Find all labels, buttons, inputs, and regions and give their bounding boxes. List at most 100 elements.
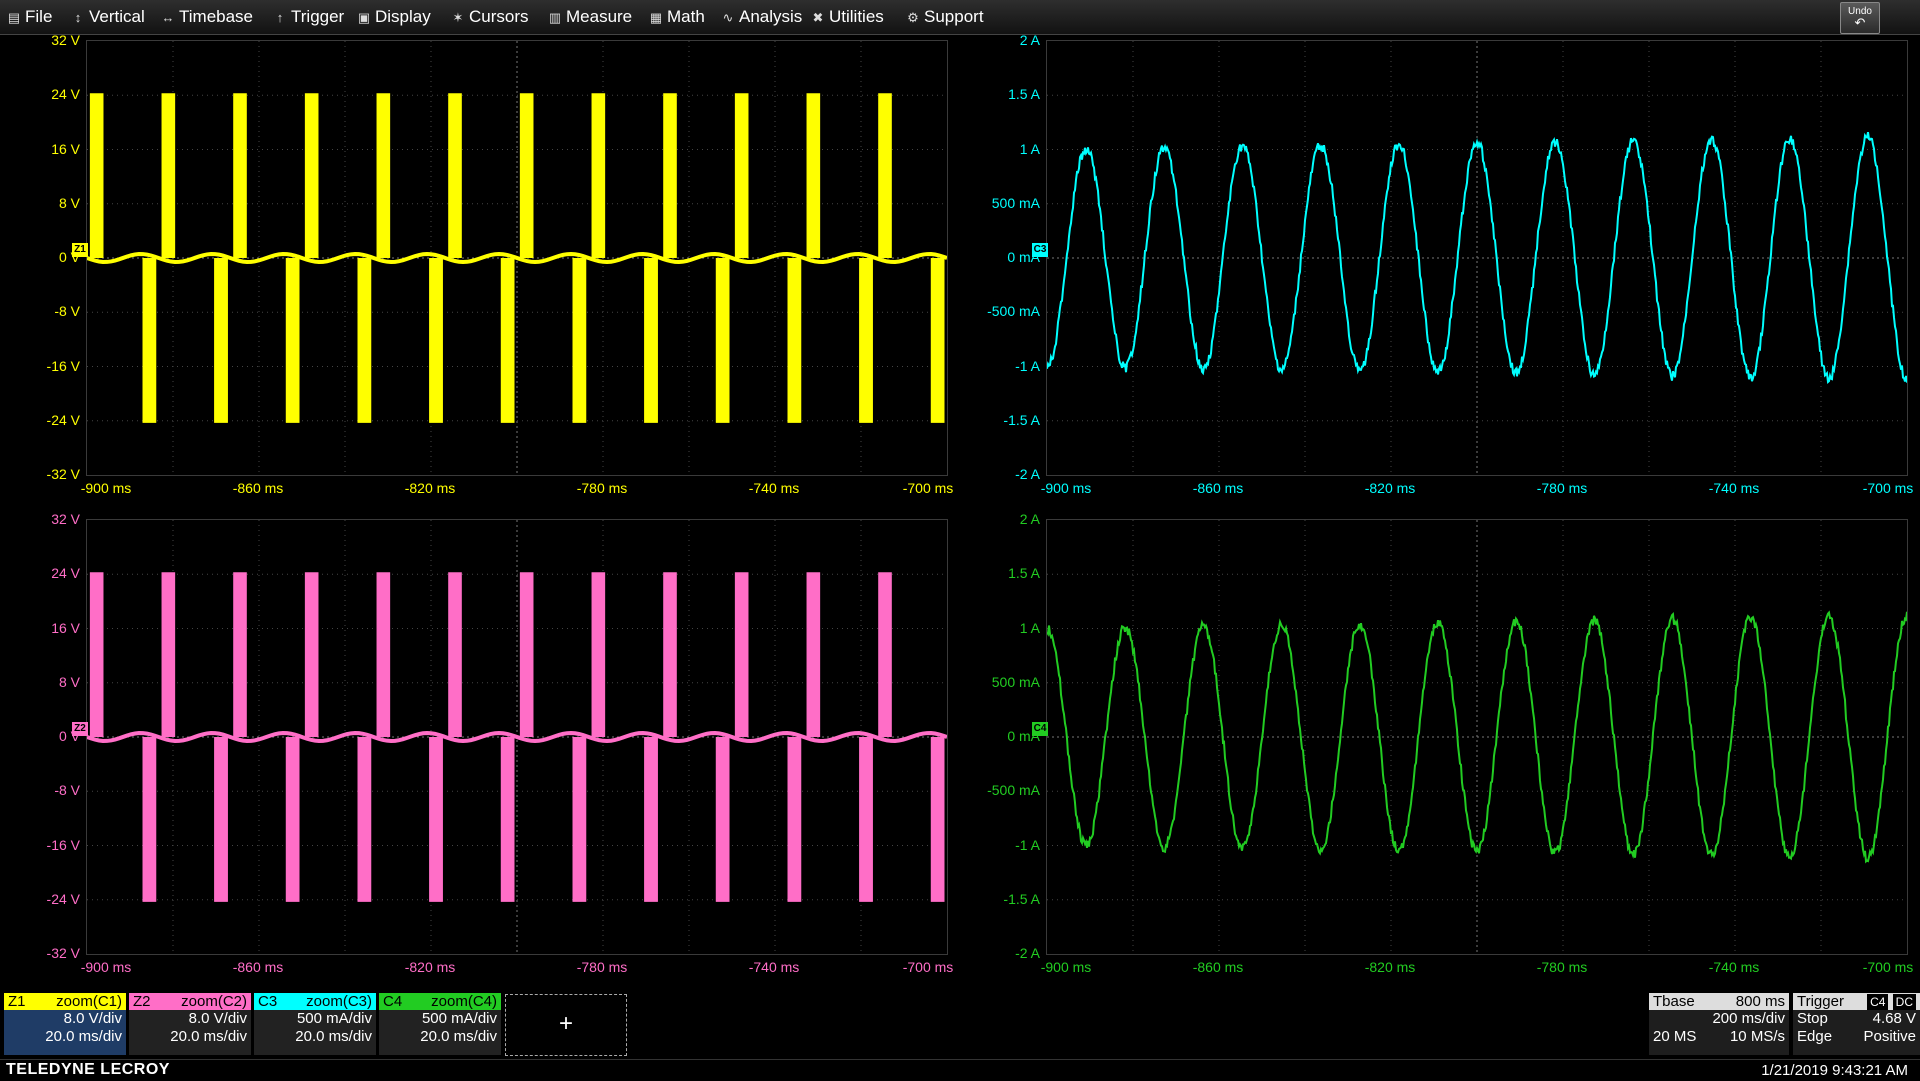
descriptor-tdiv: 20.0 ms/div — [295, 1028, 372, 1045]
pwm-pulse — [285, 258, 300, 423]
pwm-pulse — [878, 93, 892, 258]
descriptor-c4[interactable]: C4 zoom(C4) 500 mA/div 20.0 ms/div — [379, 993, 501, 1055]
pwm-pulse — [214, 258, 228, 423]
y-tick-label: -24 V — [46, 411, 80, 428]
y-tick-label: 24 V — [51, 86, 80, 103]
trigger-level: 4.68 V — [1872, 1010, 1916, 1027]
menu-label: Timebase — [179, 7, 254, 26]
pwm-pulse — [376, 572, 391, 737]
pwm-pulse — [357, 737, 372, 902]
brand-logo: TELEDYNE LECROY — [6, 1061, 170, 1078]
y-tick-label: -16 V — [46, 357, 80, 374]
timebase-value: 800 ms — [1735, 993, 1785, 1010]
pwm-pulse — [89, 93, 104, 258]
menu-utilities[interactable]: ✖ Utilities — [810, 0, 884, 34]
channel-marker[interactable]: C3 — [1032, 243, 1048, 257]
pwm-pulse — [572, 737, 587, 902]
pwm-pulse — [285, 737, 300, 902]
waveform-c4 — [1047, 520, 1907, 954]
descriptor-c3[interactable]: C3 zoom(C3) 500 mA/div 20.0 ms/div — [254, 993, 376, 1055]
x-tick-label: -900 ms — [80, 480, 132, 496]
pwm-pulse — [519, 93, 534, 258]
y-tick-label: 1.5 A — [1008, 565, 1040, 582]
menu-file[interactable]: ▤ File — [6, 0, 53, 34]
x-tick-label: -900 ms — [1040, 959, 1092, 975]
vertical-icon: ↕ — [74, 10, 82, 25]
pwm-pulse — [233, 572, 247, 737]
y-tick-label: 8 V — [58, 194, 80, 211]
menu-support[interactable]: ⚙ Support — [905, 0, 983, 34]
y-tick-label: 0 V — [58, 728, 80, 744]
utilities-icon: ✖ — [812, 10, 824, 25]
channel-marker[interactable]: Z1 — [72, 243, 88, 257]
descriptor-vdiv: 500 mA/div — [421, 1010, 497, 1027]
x-tick-label: -780 ms — [576, 959, 628, 975]
timebase-samples: 20 MS — [1653, 1028, 1697, 1045]
grid-z1[interactable] — [86, 40, 948, 476]
menu-trigger[interactable]: ↑ Trigger — [272, 0, 344, 34]
waveform-z2 — [87, 520, 947, 954]
x-tick-label: -820 ms — [404, 480, 456, 496]
x-tick-label: -820 ms — [404, 959, 456, 975]
x-tick-label: -740 ms — [748, 959, 800, 975]
grid-z2[interactable] — [86, 519, 948, 955]
math-icon: ▦ — [649, 10, 663, 25]
y-tick-label: 0 mA — [1007, 728, 1040, 744]
menu-timebase[interactable]: ↔ Timebase — [160, 0, 254, 34]
menu-display[interactable]: ▣ Display — [356, 0, 431, 34]
analysis-icon: ∿ — [722, 10, 734, 25]
undo-button[interactable]: Undo ↶ — [1840, 2, 1880, 34]
descriptor-tag: C3 — [258, 993, 278, 1010]
pwm-pulse — [429, 258, 443, 423]
menu-analysis[interactable]: ∿ Analysis — [720, 0, 803, 34]
trigger-descriptor[interactable]: Trigger C4 DC Stop 4.68 V Edge Positive — [1793, 993, 1920, 1055]
pwm-pulse — [500, 737, 515, 902]
add-trace-button[interactable]: + — [505, 994, 627, 1056]
y-tick-label: -1.5 A — [1003, 411, 1040, 428]
descriptor-source: zoom(C4) — [431, 993, 497, 1010]
x-tick-label: -900 ms — [80, 959, 132, 975]
y-tick-label: 0 mA — [1007, 249, 1040, 265]
pwm-pulse — [519, 572, 534, 737]
pwm-pulse — [357, 258, 372, 423]
descriptor-tdiv: 20.0 ms/div — [170, 1028, 247, 1045]
y-tick-label: -2 A — [1015, 466, 1040, 482]
trigger-mode: Stop — [1797, 1010, 1828, 1027]
y-tick-label: 1 A — [1019, 619, 1040, 636]
y-tick-label: -32 V — [46, 466, 80, 482]
menu-cursors[interactable]: ✶ Cursors — [450, 0, 529, 34]
x-tick-label: -700 ms — [1862, 959, 1914, 975]
pwm-pulse — [644, 737, 658, 902]
pwm-pulse — [89, 572, 104, 737]
menu-vertical[interactable]: ↕ Vertical — [70, 0, 145, 34]
x-tick-label: -820 ms — [1364, 480, 1416, 496]
waveform-c3 — [1047, 41, 1907, 475]
pwm-pulse — [806, 572, 821, 737]
pwm-pulse — [930, 737, 945, 902]
descriptor-z1[interactable]: Z1 zoom(C1) 8.0 V/div 20.0 ms/div — [4, 993, 126, 1055]
x-tick-label: -700 ms — [902, 480, 954, 496]
y-tick-label: 1.5 A — [1008, 86, 1040, 103]
menu-label: Math — [667, 7, 705, 26]
channel-marker[interactable]: Z2 — [72, 722, 88, 736]
grid-c3[interactable] — [1046, 40, 1908, 476]
channel-marker[interactable]: C4 — [1032, 722, 1048, 736]
y-tick-label: 2 A — [1019, 511, 1040, 527]
pwm-pulse — [734, 93, 749, 258]
grid-c4[interactable] — [1046, 519, 1908, 955]
pwm-pulse — [859, 258, 873, 423]
descriptor-z2[interactable]: Z2 zoom(C2) 8.0 V/div 20.0 ms/div — [129, 993, 251, 1055]
y-tick-label: -2 A — [1015, 945, 1040, 961]
timebase-descriptor[interactable]: Tbase 800 ms 200 ms/div 20 MS 10 MS/s — [1649, 993, 1789, 1055]
y-tick-label: 16 V — [51, 140, 80, 157]
support-icon: ⚙ — [907, 10, 919, 25]
x-tick-label: -860 ms — [1192, 959, 1244, 975]
pwm-pulse — [715, 737, 730, 902]
pwm-pulse — [376, 93, 391, 258]
y-tick-label: 1 A — [1019, 140, 1040, 157]
descriptor-tdiv: 20.0 ms/div — [45, 1028, 122, 1045]
cursors-icon: ✶ — [452, 10, 464, 25]
x-tick-label: -700 ms — [902, 959, 954, 975]
menu-measure[interactable]: ▥ Measure — [547, 0, 632, 34]
menu-math[interactable]: ▦ Math — [648, 0, 705, 34]
